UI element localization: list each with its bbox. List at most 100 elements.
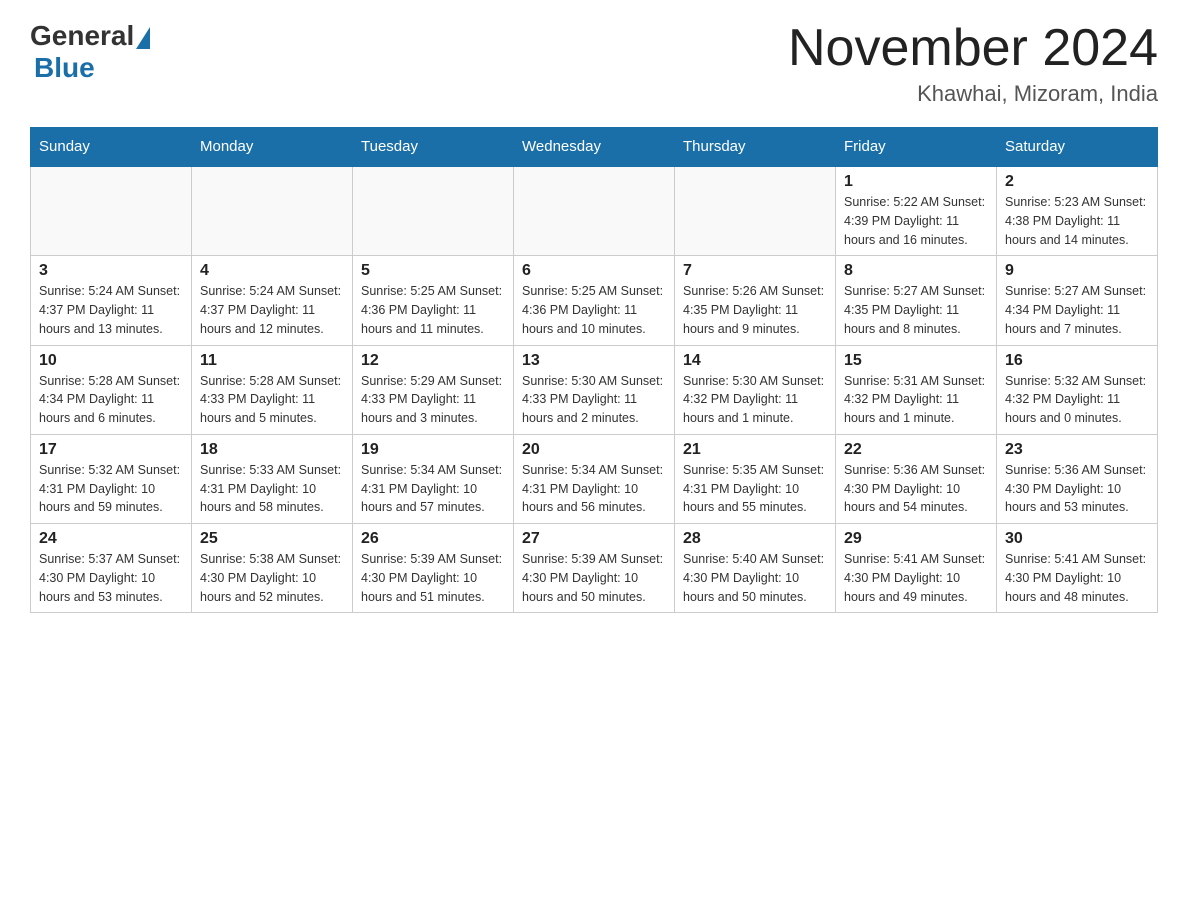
calendar-cell [192,166,353,256]
day-info: Sunrise: 5:23 AM Sunset: 4:38 PM Dayligh… [1005,193,1149,249]
day-info: Sunrise: 5:28 AM Sunset: 4:34 PM Dayligh… [39,372,183,428]
calendar-table: SundayMondayTuesdayWednesdayThursdayFrid… [30,127,1158,613]
calendar-header-saturday: Saturday [997,128,1158,167]
day-number: 19 [361,441,505,459]
calendar-cell [675,166,836,256]
day-number: 11 [200,352,344,370]
day-info: Sunrise: 5:39 AM Sunset: 4:30 PM Dayligh… [361,550,505,606]
calendar-cell: 12 Sunrise: 5:29 AM Sunset: 4:33 PM Dayli… [353,345,514,434]
calendar-cell: 23 Sunrise: 5:36 AM Sunset: 4:30 PM Dayli… [997,434,1158,523]
day-number: 5 [361,262,505,280]
day-info: Sunrise: 5:29 AM Sunset: 4:33 PM Dayligh… [361,372,505,428]
day-number: 21 [683,441,827,459]
day-number: 9 [1005,262,1149,280]
calendar-cell: 27 Sunrise: 5:39 AM Sunset: 4:30 PM Dayli… [514,524,675,613]
calendar-cell: 5 Sunrise: 5:25 AM Sunset: 4:36 PM Daylig… [353,256,514,345]
day-number: 25 [200,530,344,548]
calendar-cell: 7 Sunrise: 5:26 AM Sunset: 4:35 PM Daylig… [675,256,836,345]
day-info: Sunrise: 5:27 AM Sunset: 4:34 PM Dayligh… [1005,282,1149,338]
day-info: Sunrise: 5:36 AM Sunset: 4:30 PM Dayligh… [844,461,988,517]
day-info: Sunrise: 5:34 AM Sunset: 4:31 PM Dayligh… [522,461,666,517]
calendar-cell: 16Sunrise: 5:32 AM Sunset: 4:32 PM Dayli… [997,345,1158,434]
calendar-cell: 25 Sunrise: 5:38 AM Sunset: 4:30 PM Dayli… [192,524,353,613]
calendar-header-thursday: Thursday [675,128,836,167]
day-number: 24 [39,530,183,548]
day-info: Sunrise: 5:24 AM Sunset: 4:37 PM Dayligh… [39,282,183,338]
day-number: 8 [844,262,988,280]
calendar-cell: 22 Sunrise: 5:36 AM Sunset: 4:30 PM Dayli… [836,434,997,523]
day-number: 18 [200,441,344,459]
calendar-cell: 28 Sunrise: 5:40 AM Sunset: 4:30 PM Dayli… [675,524,836,613]
calendar-cell: 17 Sunrise: 5:32 AM Sunset: 4:31 PM Dayli… [31,434,192,523]
day-number: 17 [39,441,183,459]
calendar-header-monday: Monday [192,128,353,167]
day-info: Sunrise: 5:22 AM Sunset: 4:39 PM Dayligh… [844,193,988,249]
calendar-header-row: SundayMondayTuesdayWednesdayThursdayFrid… [31,128,1158,167]
calendar-week-row: 17 Sunrise: 5:32 AM Sunset: 4:31 PM Dayli… [31,434,1158,523]
day-number: 3 [39,262,183,280]
calendar-cell: 11 Sunrise: 5:28 AM Sunset: 4:33 PM Dayli… [192,345,353,434]
day-info: Sunrise: 5:26 AM Sunset: 4:35 PM Dayligh… [683,282,827,338]
calendar-cell: 4 Sunrise: 5:24 AM Sunset: 4:37 PM Daylig… [192,256,353,345]
calendar-cell: 20 Sunrise: 5:34 AM Sunset: 4:31 PM Dayli… [514,434,675,523]
calendar-cell: 18Sunrise: 5:33 AM Sunset: 4:31 PM Dayli… [192,434,353,523]
calendar-header-sunday: Sunday [31,128,192,167]
calendar-week-row: 1Sunrise: 5:22 AM Sunset: 4:39 PM Daylig… [31,166,1158,256]
day-info: Sunrise: 5:38 AM Sunset: 4:30 PM Dayligh… [200,550,344,606]
calendar-cell: 8Sunrise: 5:27 AM Sunset: 4:35 PM Daylig… [836,256,997,345]
day-number: 22 [844,441,988,459]
day-info: Sunrise: 5:40 AM Sunset: 4:30 PM Dayligh… [683,550,827,606]
calendar-cell [514,166,675,256]
calendar-header-friday: Friday [836,128,997,167]
day-number: 20 [522,441,666,459]
calendar-cell: 26 Sunrise: 5:39 AM Sunset: 4:30 PM Dayli… [353,524,514,613]
logo: General Blue [30,20,150,84]
calendar-week-row: 3 Sunrise: 5:24 AM Sunset: 4:37 PM Daylig… [31,256,1158,345]
day-number: 12 [361,352,505,370]
day-number: 23 [1005,441,1149,459]
day-info: Sunrise: 5:25 AM Sunset: 4:36 PM Dayligh… [361,282,505,338]
day-number: 30 [1005,530,1149,548]
day-info: Sunrise: 5:35 AM Sunset: 4:31 PM Dayligh… [683,461,827,517]
calendar-cell [31,166,192,256]
calendar-cell: 10 Sunrise: 5:28 AM Sunset: 4:34 PM Dayli… [31,345,192,434]
title-block: November 2024 Khawhai, Mizoram, India [788,20,1158,107]
day-info: Sunrise: 5:32 AM Sunset: 4:32 PM Dayligh… [1005,372,1149,428]
day-number: 29 [844,530,988,548]
calendar-cell: 29Sunrise: 5:41 AM Sunset: 4:30 PM Dayli… [836,524,997,613]
day-number: 26 [361,530,505,548]
calendar-cell: 14 Sunrise: 5:30 AM Sunset: 4:32 PM Dayli… [675,345,836,434]
day-number: 7 [683,262,827,280]
calendar-cell: 15Sunrise: 5:31 AM Sunset: 4:32 PM Dayli… [836,345,997,434]
calendar-week-row: 24 Sunrise: 5:37 AM Sunset: 4:30 PM Dayli… [31,524,1158,613]
calendar-cell: 24 Sunrise: 5:37 AM Sunset: 4:30 PM Dayli… [31,524,192,613]
day-info: Sunrise: 5:30 AM Sunset: 4:32 PM Dayligh… [683,372,827,428]
day-info: Sunrise: 5:25 AM Sunset: 4:36 PM Dayligh… [522,282,666,338]
day-number: 27 [522,530,666,548]
location-title: Khawhai, Mizoram, India [788,81,1158,107]
day-info: Sunrise: 5:39 AM Sunset: 4:30 PM Dayligh… [522,550,666,606]
calendar-cell: 21 Sunrise: 5:35 AM Sunset: 4:31 PM Dayli… [675,434,836,523]
day-info: Sunrise: 5:41 AM Sunset: 4:30 PM Dayligh… [1005,550,1149,606]
day-info: Sunrise: 5:32 AM Sunset: 4:31 PM Dayligh… [39,461,183,517]
calendar-cell: 3 Sunrise: 5:24 AM Sunset: 4:37 PM Daylig… [31,256,192,345]
day-number: 4 [200,262,344,280]
calendar-cell: 19 Sunrise: 5:34 AM Sunset: 4:31 PM Dayli… [353,434,514,523]
day-number: 2 [1005,173,1149,191]
calendar-week-row: 10 Sunrise: 5:28 AM Sunset: 4:34 PM Dayli… [31,345,1158,434]
calendar-cell [353,166,514,256]
logo-general-text: General [30,20,134,52]
day-info: Sunrise: 5:28 AM Sunset: 4:33 PM Dayligh… [200,372,344,428]
day-info: Sunrise: 5:24 AM Sunset: 4:37 PM Dayligh… [200,282,344,338]
month-title: November 2024 [788,20,1158,77]
day-info: Sunrise: 5:36 AM Sunset: 4:30 PM Dayligh… [1005,461,1149,517]
day-number: 28 [683,530,827,548]
calendar-cell: 2 Sunrise: 5:23 AM Sunset: 4:38 PM Daylig… [997,166,1158,256]
logo-triangle-icon [136,27,150,49]
calendar-cell: 13Sunrise: 5:30 AM Sunset: 4:33 PM Dayli… [514,345,675,434]
day-number: 15 [844,352,988,370]
day-info: Sunrise: 5:34 AM Sunset: 4:31 PM Dayligh… [361,461,505,517]
day-info: Sunrise: 5:37 AM Sunset: 4:30 PM Dayligh… [39,550,183,606]
day-number: 10 [39,352,183,370]
day-number: 14 [683,352,827,370]
